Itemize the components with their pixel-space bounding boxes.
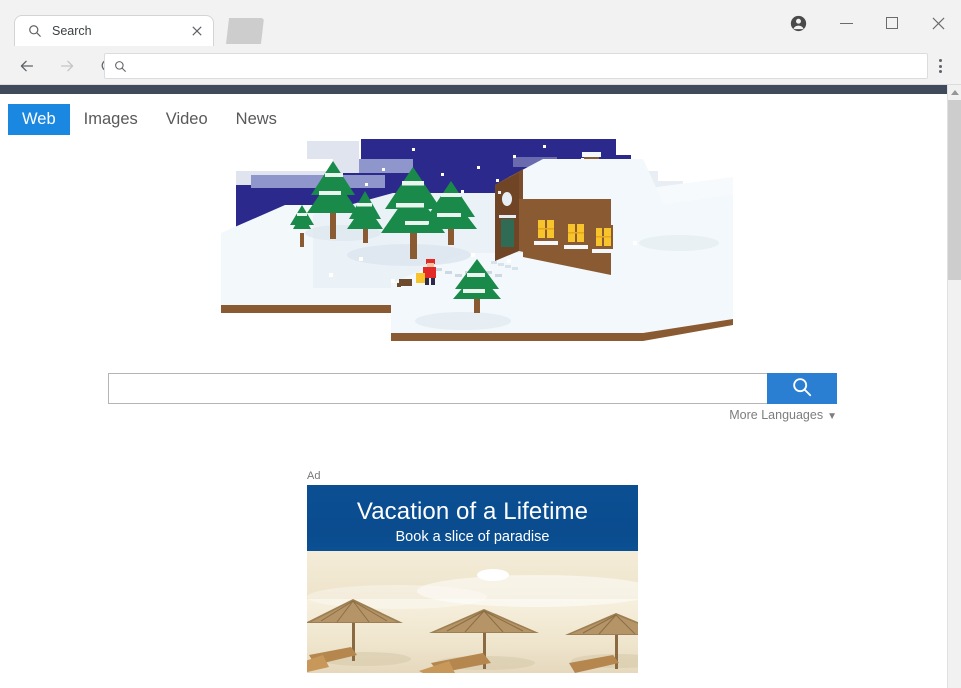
nav-tab-images[interactable]: Images [70, 104, 152, 135]
nav-tab-news[interactable]: News [222, 104, 291, 135]
ad-label: Ad [307, 470, 321, 482]
window-controls [773, 0, 961, 46]
site-search-row [108, 373, 837, 404]
window-close-icon[interactable] [915, 8, 961, 38]
search-submit-button[interactable] [767, 373, 837, 404]
nav-tab-web[interactable]: Web [8, 104, 70, 135]
site-nav-tabs: Web Images Video News [8, 104, 291, 135]
ad-banner[interactable]: Vacation of a Lifetime Book a slice of p… [307, 485, 638, 673]
search-input[interactable] [108, 373, 767, 404]
chevron-down-icon: ▼ [827, 411, 837, 422]
ad-title: Vacation of a Lifetime [356, 498, 589, 525]
search-icon [27, 23, 43, 39]
browser-titlebar: Search [0, 0, 961, 46]
forward-arrow-icon [50, 49, 84, 83]
browser-tab-search[interactable]: Search [14, 15, 214, 46]
address-bar[interactable] [104, 53, 928, 79]
address-input[interactable] [136, 59, 919, 73]
page-viewport: Web Images Video News More Languages ▼ A… [0, 85, 947, 688]
browser-tab-title: Search [52, 24, 92, 38]
browser-window: Search Web Images Video News More Langua… [0, 0, 961, 688]
scroll-up-arrow-icon[interactable] [948, 85, 961, 100]
close-icon[interactable] [189, 23, 205, 39]
winter-village-illustration [213, 133, 733, 343]
back-arrow-icon[interactable] [10, 49, 44, 83]
search-icon [113, 59, 128, 74]
three-dot-menu-icon[interactable] [925, 50, 955, 82]
maximize-icon[interactable] [869, 8, 915, 38]
ad-block: Ad Vacation of a Lifetime Book a slice o… [307, 470, 638, 673]
search-icon [791, 376, 813, 401]
ad-subtitle: Book a slice of paradise [395, 529, 550, 546]
nav-tab-video[interactable]: Video [152, 104, 222, 135]
ad-beach-photo [307, 551, 638, 673]
more-languages-link[interactable]: More Languages ▼ [729, 408, 837, 422]
more-languages-label: More Languages [729, 408, 824, 422]
profile-avatar-icon[interactable] [773, 8, 823, 38]
minimize-icon[interactable] [823, 8, 869, 38]
scrollbar-track[interactable] [948, 280, 961, 688]
page-scrollbar[interactable] [947, 85, 961, 688]
scrollbar-thumb[interactable] [948, 100, 961, 280]
site-top-bar [0, 85, 947, 94]
new-tab-button[interactable] [226, 18, 264, 44]
